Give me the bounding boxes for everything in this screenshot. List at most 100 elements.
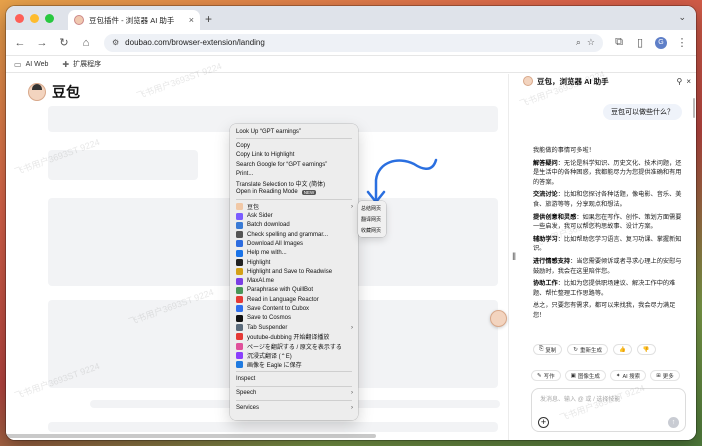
zoom-icon[interactable]: ⌕ <box>576 37 581 48</box>
panel-scrollbar[interactable] <box>693 98 695 118</box>
address-bar[interactable]: ⚙ doubao.com/browser-extension/landing ⌕… <box>104 33 603 52</box>
extension-menu-items: 豆包 › Ask Sider Batch download Check spelling… <box>230 202 358 369</box>
menu-item-translate[interactable]: Translate Selection to 中文 (简体) <box>230 178 358 188</box>
menu-item-extension[interactable]: Ask Sider <box>230 211 358 220</box>
menu-item-extension[interactable]: Batch download <box>230 221 358 230</box>
menu-item-extension[interactable]: Download All Images <box>230 239 358 248</box>
submenu-translate-page[interactable]: 翻译网页 <box>358 214 386 225</box>
copy-button[interactable]: ⎘ 复制 <box>533 344 563 355</box>
menu-item-speech[interactable]: Speech › <box>230 389 358 398</box>
answer-item-heading: 进行情感支持 <box>533 257 571 265</box>
menu-item-extension[interactable]: 豆包 › <box>230 202 358 211</box>
more-menu-icon[interactable]: ⋮ <box>676 36 688 49</box>
menu-item-extension[interactable]: Help me with... <box>230 249 358 258</box>
menu-item-extension[interactable]: ページを翻訳する / 原文を表示する <box>230 342 358 351</box>
menu-item-extension[interactable]: Read in Language Reactor <box>230 295 358 304</box>
pin-icon[interactable]: ⚲ <box>676 77 682 86</box>
extension-icon <box>236 314 243 322</box>
message-input[interactable]: 发消息、输入 @ 或 / 选择技能 + ↑ <box>531 388 686 432</box>
menu-item-services[interactable]: Services › <box>230 403 358 412</box>
menu-item-look-up[interactable]: Look Up “GPT earnings” <box>230 127 358 136</box>
menu-item-copy[interactable]: Copy <box>230 141 358 150</box>
answer-items: 解答疑问：无论是科学知识、历史文化、技术问题，还是生活中的各种困惑，我都能尽力为… <box>533 159 687 299</box>
menu-item-reading-mode[interactable]: Open in Reading Mode NEW <box>230 188 358 197</box>
menu-separator <box>236 385 352 387</box>
answer-item-heading: 提供创意和灵感 <box>533 213 577 221</box>
quick-search-button[interactable]: ✦ AI 搜索 <box>609 370 647 381</box>
tab-search-chevron-icon[interactable]: ⌄ <box>678 12 686 23</box>
menu-item-search-google[interactable]: Search Google for “GPT earnings” <box>230 160 358 169</box>
quick-label: 图像生成 <box>577 373 600 380</box>
floating-doubao-avatar[interactable] <box>490 310 507 327</box>
profile-avatar[interactable]: G <box>655 36 667 49</box>
tab-close-icon[interactable]: × <box>189 15 194 25</box>
side-panel-icon[interactable]: ▯ <box>634 36 646 49</box>
bookmark-extensions[interactable]: ✚ 扩展程序 <box>62 59 101 69</box>
menu-item-inspect[interactable]: Inspect <box>230 374 358 383</box>
menu-label: Ask Sider <box>247 213 273 220</box>
menu-item-extension[interactable]: Save to Cosmos <box>230 314 358 323</box>
menu-item-extension[interactable]: Check spelling and grammar... <box>230 230 358 239</box>
answer-item-heading: 辅助学习 <box>533 235 558 243</box>
thumbs-up-button[interactable]: 👍 <box>613 344 632 355</box>
pen-icon: ✎ <box>537 372 542 379</box>
add-attachment-button[interactable]: + <box>538 417 549 428</box>
answer-item-heading: 解答疑问 <box>533 159 558 167</box>
zoom-window-button[interactable] <box>45 14 54 23</box>
bookmark-star-icon[interactable]: ☆ <box>587 37 595 48</box>
menu-item-extension[interactable]: Highlight <box>230 258 358 267</box>
menu-item-extension[interactable]: 沉浸式翻译 (⌃E) <box>230 351 358 360</box>
context-menu: Look Up “GPT earnings” Copy Copy Link to… <box>230 124 358 420</box>
back-arrow-icon[interactable]: ← <box>14 37 26 49</box>
extension-icon <box>236 277 243 285</box>
home-icon[interactable]: ⌂ <box>80 37 92 49</box>
regenerate-button[interactable]: ↻ 重新生成 <box>567 344 609 355</box>
menu-separator <box>236 199 352 201</box>
quick-more-button[interactable]: ⊞ 更多 <box>650 370 680 381</box>
menu-label: Read in Language Reactor <box>247 296 319 303</box>
bookmark-label: 扩展程序 <box>73 61 102 68</box>
toolbar-right: ⧉ ▯ G ⋮ <box>613 36 688 49</box>
quick-write-button[interactable]: ✎ 写作 <box>531 370 561 381</box>
close-window-button[interactable] <box>15 14 24 23</box>
assistant-answer: 我能做的事情可多啦！ 解答疑问：无论是科学知识、历史文化、技术问题，还是生活中的… <box>533 146 687 324</box>
answer-item-heading: 协助工作 <box>533 280 558 288</box>
browser-window: 豆包插件 - 浏览器 AI 助手 × + ⌄ ← → ↻ ⌂ ⚙ doubao.… <box>6 6 696 440</box>
menu-label: Translate Selection to 中文 (简体) <box>236 181 326 188</box>
content-area: 豆包 飞书用户3693ST 9224 飞书用户3693ST 9224 飞书用户3… <box>6 61 696 440</box>
extension-icon <box>236 212 243 220</box>
thumbs-down-button[interactable]: 👎 <box>636 344 656 355</box>
reload-icon[interactable]: ↻ <box>58 36 70 49</box>
new-tab-button[interactable]: + <box>205 12 212 26</box>
answer-intro: 我能做的事情可多啦！ <box>533 147 595 154</box>
minimize-window-button[interactable] <box>30 14 39 23</box>
menu-label: Paraphrase with QuillBot <box>247 287 314 294</box>
active-tab[interactable]: 豆包插件 - 浏览器 AI 助手 × <box>68 10 200 30</box>
menu-item-extension[interactable]: Highlight and Save to Readwise <box>230 267 358 276</box>
quick-image-button[interactable]: ▣ 图像生成 <box>564 370 606 381</box>
close-icon[interactable]: × <box>686 77 691 86</box>
menu-item-extension[interactable]: Save Content to Cubox <box>230 304 358 313</box>
site-info-icon[interactable]: ⚙ <box>112 38 119 47</box>
submenu-summarize-page[interactable]: 总结网页 <box>358 203 386 214</box>
menu-item-extension[interactable]: MaxAI.me <box>230 276 358 285</box>
bookmark-ai-web[interactable]: ▭ AI Web <box>14 60 48 69</box>
menu-item-extension[interactable]: Paraphrase with QuillBot <box>230 286 358 295</box>
menu-item-copy-link-highlight[interactable]: Copy Link to Highlight <box>230 151 358 160</box>
menu-item-extension[interactable]: 画像を Eagle に保存 <box>230 360 358 369</box>
menu-item-print[interactable]: Print... <box>230 169 358 178</box>
thumbs-down-icon: 👎 <box>642 346 650 353</box>
extensions-puzzle-icon[interactable]: ⧉ <box>613 36 625 49</box>
brand-logo[interactable]: 豆包 <box>28 82 80 102</box>
forward-arrow-icon[interactable]: → <box>36 37 48 49</box>
menu-label: Services <box>236 404 260 411</box>
submenu-bookmark-page[interactable]: 收藏网页 <box>358 225 386 236</box>
menu-item-extension[interactable]: youtube-dubbing 开始翻译播放 <box>230 332 358 341</box>
input-placeholder: 发消息、输入 @ 或 / 选择技能 <box>540 397 621 403</box>
resize-handle-icon[interactable]: ‖ <box>512 252 516 263</box>
extension-icon <box>236 333 243 341</box>
send-button[interactable]: ↑ <box>668 417 679 428</box>
grid-icon: ⊞ <box>656 372 661 379</box>
menu-item-extension[interactable]: Tab Suspender › <box>230 323 358 332</box>
horizontal-scrollbar[interactable] <box>6 434 376 438</box>
